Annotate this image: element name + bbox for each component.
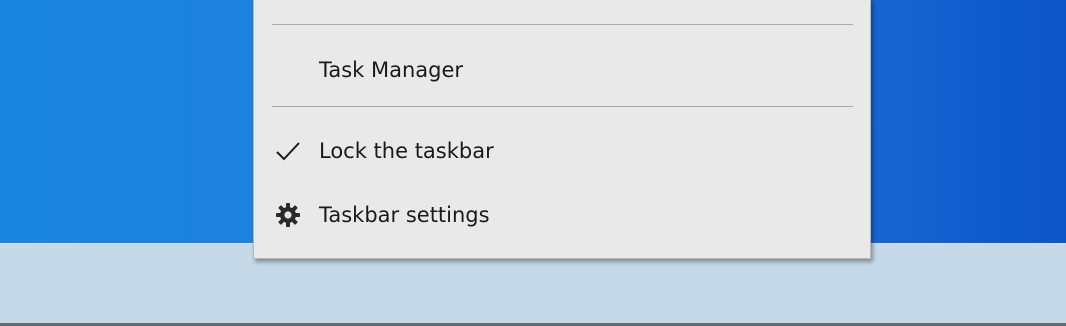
menu-item-taskbar-settings[interactable]: Taskbar settings [254, 190, 870, 240]
checkmark-icon [274, 137, 302, 165]
menu-item-label: Lock the taskbar [319, 139, 494, 163]
menu-separator [272, 106, 853, 107]
menu-item-label: Task Manager [319, 58, 464, 82]
menu-item-task-manager[interactable]: Task Manager [254, 45, 870, 95]
menu-item-lock-taskbar[interactable]: Lock the taskbar [254, 126, 870, 176]
gear-icon [274, 201, 302, 229]
menu-item-label: Taskbar settings [319, 203, 490, 227]
taskbar-context-menu: Task Manager Lock the taskbar Taskbar se… [253, 0, 871, 259]
menu-separator [272, 24, 853, 25]
menu-item-partially-visible[interactable] [254, 0, 870, 8]
